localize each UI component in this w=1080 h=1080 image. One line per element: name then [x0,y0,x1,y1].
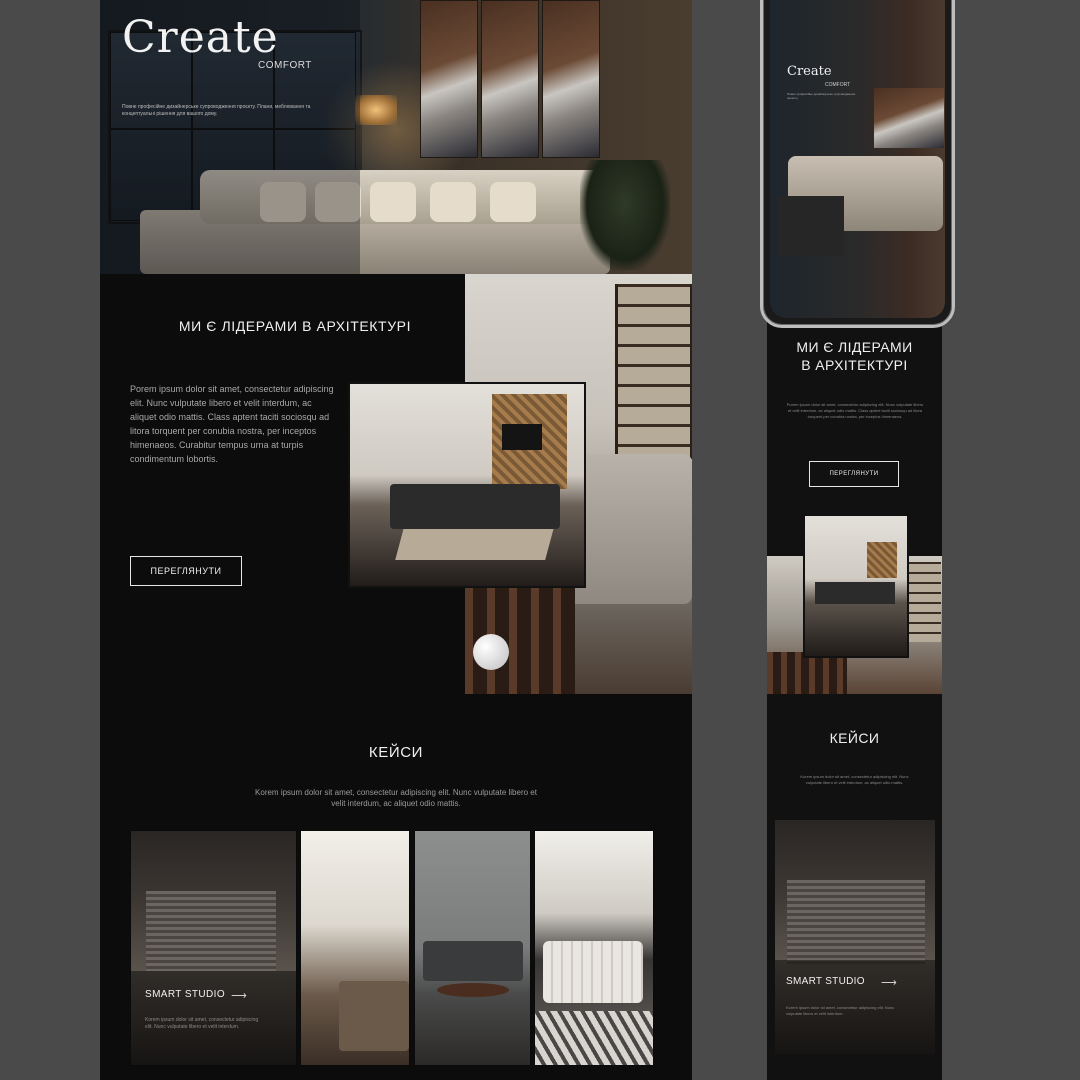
stairs-image [767,652,847,694]
wall-lamp-image [355,95,397,125]
hero-section: Create COMFORT Повне професійне дизайнер… [100,0,692,274]
mobile-about-paragraph: Porem ipsum dolor sit amet, consectetur … [786,402,924,419]
desktop-page: Create COMFORT Повне професійне дизайнер… [100,0,692,1080]
mountain-art-image [874,88,944,148]
case-card-3[interactable] [414,830,531,1066]
mobile-brand-logo[interactable]: Create [787,64,832,79]
tv-image [502,424,542,450]
coffee-table-image [778,196,844,256]
mobile-cases-heading: КЕЙСИ [829,730,880,746]
dark-sofa-image [390,484,560,529]
mobile-case-card-title: SMART STUDIO [786,976,865,987]
cases-heading: КЕЙСИ [368,744,424,761]
case-card-2[interactable] [300,830,410,1066]
dark-sofa-image [815,582,895,604]
window-blinds-image [787,880,925,964]
arrow-right-icon[interactable]: ⟶ [881,976,897,989]
mobile-view-button[interactable]: ПЕРЕГЛЯНУТИ [809,461,899,487]
mobile-hero-tagline: Повне професійне дизайнерське супроводже… [787,92,856,100]
armchair-image [339,981,409,1051]
mobile-case-card-text: Korem ipsum dolor sit amet, consectetur … [786,1005,895,1016]
about-heading: МИ Є ЛІДЕРАМИ В АРХІТЕКТУРІ [178,318,412,334]
case-card-text: Korem ipsum dolor sit amet, consectetur … [145,1017,259,1030]
brand-logo-subtitle: COMFORT [258,60,312,71]
hero-tagline: Повне професійне дизайнерське супроводже… [122,104,311,117]
bed-image [543,941,643,1003]
mobile-cases-description: Korem ipsum dolor sit amet, consectetur … [800,774,909,785]
decor-sphere-image [473,634,509,670]
coffee-table-image [437,983,509,997]
mobile-case-card-smart-studio[interactable]: SMART STUDIO ⟶ Korem ipsum dolor sit ame… [775,820,935,1054]
mobile-about-heading-line1: МИ Є ЛІДЕРАМИ [796,339,913,355]
plant-image [580,160,670,270]
mobile-brand-logo-subtitle: COMFORT [825,82,851,88]
mobile-about-heading: МИ Є ЛІДЕРАМИ В АРХІТЕКТУРІ [767,338,942,374]
window-blinds-image [146,891,276,971]
case-card-smart-studio[interactable]: SMART STUDIO ⟶ Korem ipsum dolor sit ame… [130,830,297,1066]
mobile-living-room-photo [803,514,909,658]
view-button[interactable]: ПЕРЕГЛЯНУТИ [130,556,242,586]
case-card-4[interactable] [534,830,654,1066]
mountain-triptych-image [420,0,600,158]
bookshelf-image [907,562,941,642]
arrow-right-icon[interactable]: ⟶ [231,989,247,1002]
rug-image [395,524,555,560]
brand-logo[interactable]: Create [122,12,279,63]
phone-screen: Create COMFORT Повне професійне дизайнер… [770,0,945,318]
mobile-about-heading-line2: В АРХІТЕКТУРІ [801,357,908,373]
wood-wall-panel [867,542,897,578]
cases-description: Korem ipsum dolor sit amet, consectetur … [255,788,537,808]
case-card-title: SMART STUDIO [145,989,225,1000]
bookshelf-image [615,284,692,459]
living-room-photo [348,382,586,588]
zigzag-rug-image [535,1011,653,1065]
about-paragraph: Porem ipsum dolor sit amet, consectetur … [130,384,334,464]
grey-sofa-image [423,941,523,981]
phone-mockup: Create COMFORT Повне професійне дизайнер… [760,0,955,328]
